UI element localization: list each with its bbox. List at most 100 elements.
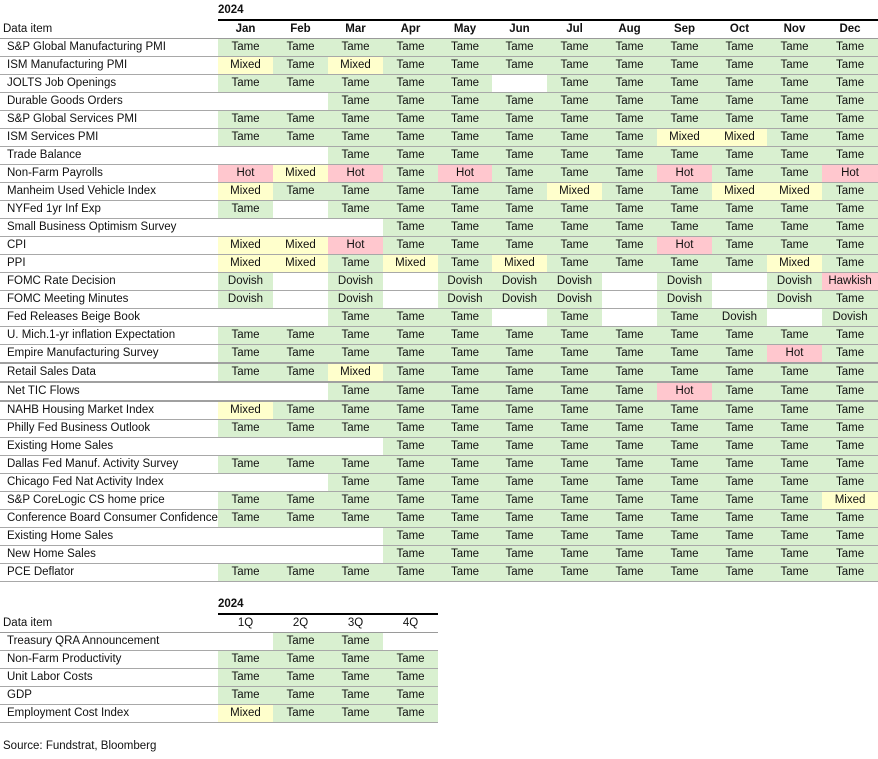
status-cell: Tame xyxy=(438,308,492,327)
status-cell: Tame xyxy=(657,308,712,327)
status-cell: Dovish xyxy=(822,308,878,327)
status-cell: Tame xyxy=(602,128,657,147)
status-cell: Tame xyxy=(273,668,328,687)
status-cell: Tame xyxy=(492,563,547,582)
status-cell: Tame xyxy=(492,146,547,165)
status-cell: Tame xyxy=(273,56,328,75)
status-cell: Tame xyxy=(492,473,547,492)
status-cell: Tame xyxy=(602,563,657,582)
status-cell: Tame xyxy=(547,363,602,383)
column-header-jun: Jun xyxy=(492,20,547,39)
status-cell: Tame xyxy=(328,146,383,165)
status-cell: Tame xyxy=(438,455,492,474)
status-cell: Tame xyxy=(383,74,438,93)
row-label: Net TIC Flows xyxy=(0,382,218,402)
status-cell: Hot xyxy=(328,236,383,255)
table-row: CPI Mixed Mixed Hot Tame Tame Tame Tame Tame Hot T… xyxy=(0,236,878,255)
status-cell: Tame xyxy=(657,254,712,273)
status-cell: Tame xyxy=(438,38,492,57)
status-cell: Tame xyxy=(438,218,492,237)
status-cell: Tame xyxy=(328,326,383,345)
table-row: Employment Cost Index Mixed Tame Tame Tame xyxy=(0,704,439,723)
status-cell: Mixed xyxy=(492,254,547,273)
status-cell: Tame xyxy=(547,236,602,255)
status-cell xyxy=(218,473,273,492)
column-header-oct: Oct xyxy=(712,20,767,39)
status-cell: Tame xyxy=(712,473,767,492)
table-row: ISM Services PMI Tame Tame Tame Tame Tame Tame… xyxy=(0,128,878,147)
status-cell: Tame xyxy=(602,218,657,237)
status-cell: Tame xyxy=(547,308,602,327)
status-cell: Tame xyxy=(602,146,657,165)
status-cell: Tame xyxy=(712,200,767,219)
status-cell: Tame xyxy=(767,363,822,383)
status-cell: Tame xyxy=(602,473,657,492)
status-cell: Tame xyxy=(273,419,328,438)
row-label: Non-Farm Payrolls xyxy=(0,164,218,183)
status-cell: Dovish xyxy=(657,290,712,309)
column-header-4q: 4Q xyxy=(383,614,439,633)
status-cell xyxy=(273,272,328,291)
status-cell: Tame xyxy=(438,491,492,510)
status-cell: Tame xyxy=(438,110,492,129)
status-cell: Tame xyxy=(438,74,492,93)
status-cell xyxy=(218,382,273,402)
status-cell: Hot xyxy=(657,382,712,402)
row-label: JOLTS Job Openings xyxy=(0,74,218,93)
table-row: U. Mich.1-yr inflation Expectation Tame Ta… xyxy=(0,326,878,345)
status-cell: Dovish xyxy=(767,272,822,291)
row-label: U. Mich.1-yr inflation Expectation xyxy=(0,326,218,345)
row-label: Treasury QRA Announcement xyxy=(0,632,218,651)
status-cell: Tame xyxy=(602,200,657,219)
status-cell: Hot xyxy=(438,164,492,183)
status-cell: Tame xyxy=(383,704,439,723)
status-cell xyxy=(273,437,328,456)
column-header-aug: Aug xyxy=(602,20,657,39)
status-cell: Tame xyxy=(383,164,438,183)
status-cell: Tame xyxy=(822,437,878,456)
status-cell: Tame xyxy=(438,128,492,147)
year-header-row: 2024 xyxy=(0,595,439,615)
status-cell xyxy=(273,200,328,219)
status-cell: Tame xyxy=(822,382,878,402)
status-cell: Mixed xyxy=(547,182,602,201)
status-cell: Tame xyxy=(218,650,273,669)
status-cell: Mixed xyxy=(218,704,273,723)
status-cell: Tame xyxy=(602,491,657,510)
status-cell: Dovish xyxy=(438,272,492,291)
status-cell: Tame xyxy=(383,146,438,165)
status-cell: Tame xyxy=(438,509,492,528)
status-cell: Tame xyxy=(383,56,438,75)
row-label: Existing Home Sales xyxy=(0,527,218,546)
column-header-dec: Dec xyxy=(822,20,878,39)
status-cell: Tame xyxy=(712,254,767,273)
status-cell: Tame xyxy=(822,401,878,420)
status-cell xyxy=(602,308,657,327)
status-cell: Tame xyxy=(328,38,383,57)
status-cell: Hot xyxy=(657,236,712,255)
status-cell: Tame xyxy=(657,401,712,420)
status-cell: Tame xyxy=(328,491,383,510)
table-row: New Home Sales Tame Tame Tame Tame Tame Tame Ta… xyxy=(0,545,878,564)
status-cell: Tame xyxy=(822,110,878,129)
status-cell: Tame xyxy=(822,326,878,345)
year-label: 2024 xyxy=(218,595,439,615)
status-cell: Tame xyxy=(767,527,822,546)
table-row: Durable Goods Orders Tame Tame Tame Tame Tame… xyxy=(0,92,878,111)
status-cell: Tame xyxy=(822,455,878,474)
status-cell xyxy=(273,146,328,165)
status-cell: Tame xyxy=(547,110,602,129)
status-cell: Tame xyxy=(822,146,878,165)
status-cell: Tame xyxy=(273,401,328,420)
status-cell: Tame xyxy=(547,254,602,273)
status-cell: Mixed xyxy=(767,182,822,201)
row-label: Manheim Used Vehicle Index xyxy=(0,182,218,201)
status-cell: Tame xyxy=(328,704,383,723)
status-cell: Tame xyxy=(767,473,822,492)
status-cell: Tame xyxy=(712,401,767,420)
status-cell: Mixed xyxy=(712,128,767,147)
status-cell: Tame xyxy=(218,200,273,219)
status-cell: Dovish xyxy=(712,308,767,327)
status-cell: Tame xyxy=(438,401,492,420)
status-cell: Tame xyxy=(547,473,602,492)
